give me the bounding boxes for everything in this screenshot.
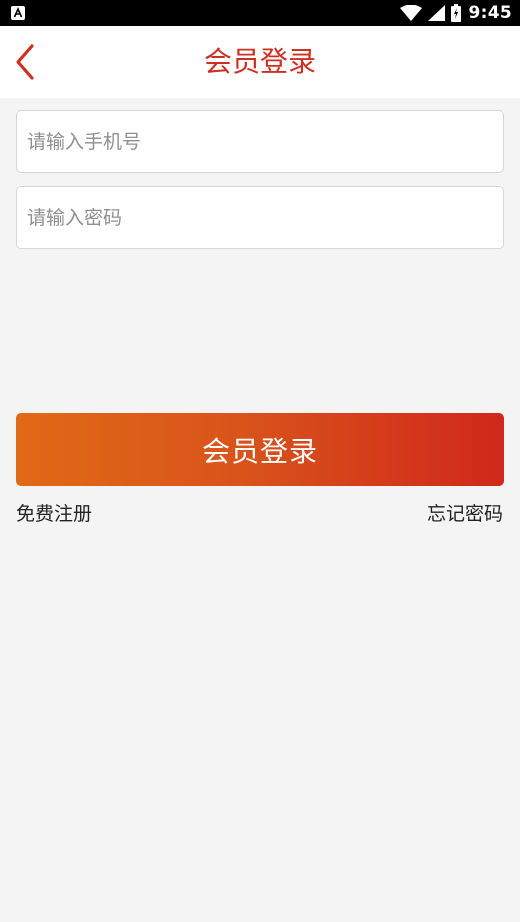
page-title: 会员登录: [203, 45, 316, 78]
status-bar: 9:45: [0, 0, 520, 26]
signal-icon: [427, 5, 445, 21]
password-field[interactable]: [16, 186, 504, 249]
login-button[interactable]: 会员登录: [16, 413, 504, 486]
battery-icon: [450, 4, 461, 22]
phone-input[interactable]: [17, 111, 503, 172]
forgot-password-link[interactable]: 忘记密码: [427, 502, 503, 526]
app-notification-icon: [11, 6, 25, 20]
password-input[interactable]: [17, 187, 503, 248]
register-link[interactable]: 免费注册: [16, 502, 92, 526]
status-time: 9:45: [468, 3, 512, 23]
nav-bar: 会员登录: [0, 26, 520, 98]
phone-field[interactable]: [16, 110, 504, 173]
wifi-icon: [399, 5, 422, 21]
status-icons: 9:45: [394, 0, 512, 26]
